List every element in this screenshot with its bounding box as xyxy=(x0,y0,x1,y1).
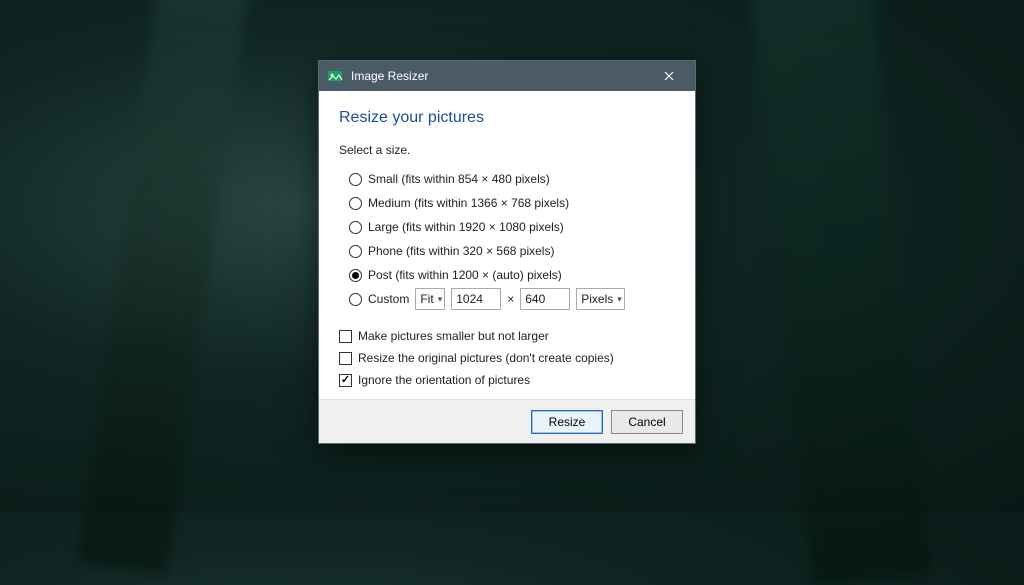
checkbox-icon xyxy=(339,374,352,387)
radio-icon xyxy=(349,293,362,306)
resize-button[interactable]: Resize xyxy=(531,410,603,434)
option-label: Medium (fits within 1366 × 768 pixels) xyxy=(368,196,569,210)
option-custom[interactable]: Custom Fit ▾ 1024 × 640 Pixels ▾ xyxy=(349,287,675,311)
options-checks: Make pictures smaller but not larger Res… xyxy=(339,325,675,391)
dialog-footer: Resize Cancel xyxy=(319,399,695,443)
check-label: Resize the original pictures (don't crea… xyxy=(358,351,614,365)
option-label: Custom xyxy=(368,292,409,306)
window-title: Image Resizer xyxy=(351,69,649,83)
option-large[interactable]: Large (fits within 1920 × 1080 pixels) xyxy=(349,215,675,239)
option-label: Post (fits within 1200 × (auto) pixels) xyxy=(368,268,562,282)
width-input[interactable]: 1024 xyxy=(451,288,501,310)
check-ignore-orientation[interactable]: Ignore the orientation of pictures xyxy=(339,369,675,391)
check-label: Ignore the orientation of pictures xyxy=(358,373,530,387)
resize-dialog: Image Resizer Resize your pictures Selec… xyxy=(318,60,696,444)
checkbox-icon xyxy=(339,330,352,343)
check-overwrite[interactable]: Resize the original pictures (don't crea… xyxy=(339,347,675,369)
unit-select[interactable]: Pixels ▾ xyxy=(576,288,625,310)
radio-icon xyxy=(349,245,362,258)
close-icon xyxy=(664,71,674,81)
titlebar[interactable]: Image Resizer xyxy=(319,61,695,91)
option-label: Small (fits within 854 × 480 pixels) xyxy=(368,172,550,186)
option-small[interactable]: Small (fits within 854 × 480 pixels) xyxy=(349,167,675,191)
chevron-down-icon: ▾ xyxy=(438,294,443,305)
option-label: Large (fits within 1920 × 1080 pixels) xyxy=(368,220,564,234)
dialog-content: Resize your pictures Select a size. Smal… xyxy=(319,91,695,399)
unit-value: Pixels xyxy=(581,292,613,306)
option-phone[interactable]: Phone (fits within 320 × 568 pixels) xyxy=(349,239,675,263)
chevron-down-icon: ▾ xyxy=(617,294,622,305)
checkbox-icon xyxy=(339,352,352,365)
fit-mode-value: Fit xyxy=(420,292,433,306)
size-options: Small (fits within 854 × 480 pixels) Med… xyxy=(349,167,675,311)
close-button[interactable] xyxy=(649,61,689,91)
radio-icon xyxy=(349,221,362,234)
height-input[interactable]: 640 xyxy=(520,288,570,310)
app-icon xyxy=(327,68,343,84)
fit-mode-select[interactable]: Fit ▾ xyxy=(415,288,445,310)
dialog-heading: Resize your pictures xyxy=(339,109,675,127)
times-symbol: × xyxy=(507,292,514,306)
radio-icon xyxy=(349,197,362,210)
radio-icon xyxy=(349,173,362,186)
option-label: Phone (fits within 320 × 568 pixels) xyxy=(368,244,554,258)
option-post[interactable]: Post (fits within 1200 × (auto) pixels) xyxy=(349,263,675,287)
custom-controls: Fit ▾ 1024 × 640 Pixels ▾ xyxy=(415,288,624,310)
cancel-button[interactable]: Cancel xyxy=(611,410,683,434)
check-label: Make pictures smaller but not larger xyxy=(358,329,549,343)
check-smaller-only[interactable]: Make pictures smaller but not larger xyxy=(339,325,675,347)
option-medium[interactable]: Medium (fits within 1366 × 768 pixels) xyxy=(349,191,675,215)
instruction-text: Select a size. xyxy=(339,143,675,157)
radio-icon xyxy=(349,269,362,282)
